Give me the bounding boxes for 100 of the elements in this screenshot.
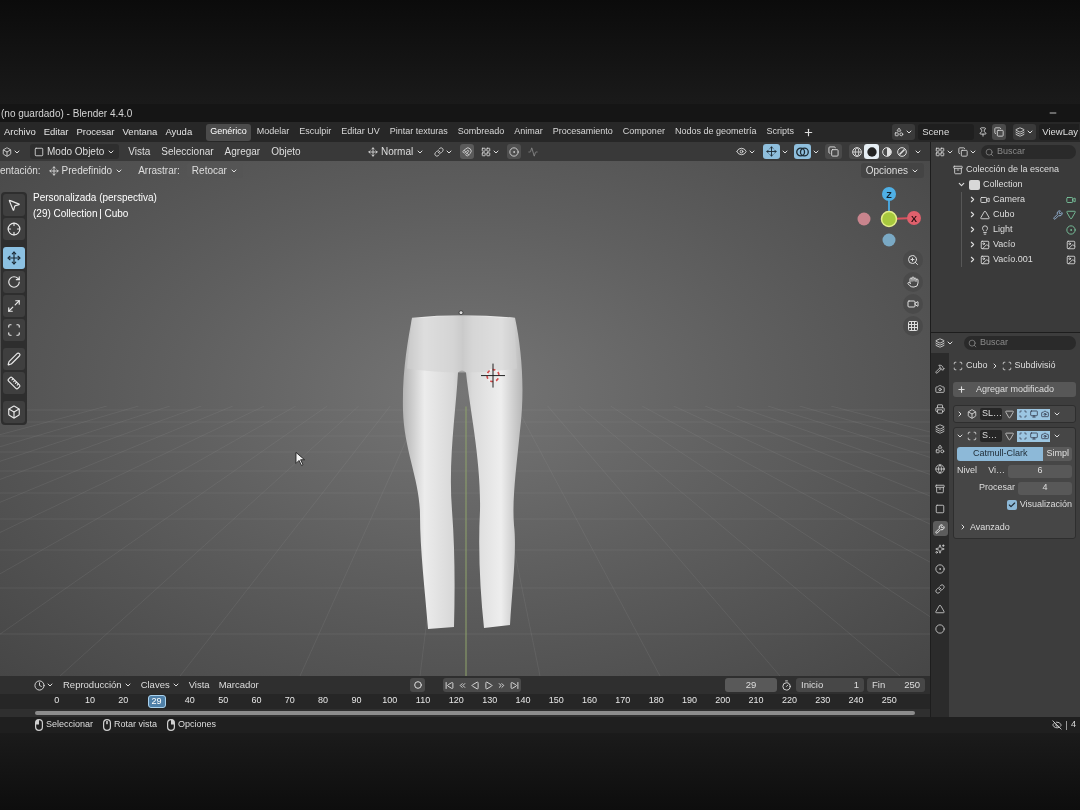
- menu-item[interactable]: Agregar: [224, 144, 261, 159]
- pan-button[interactable]: [903, 272, 923, 292]
- auto-keying-button[interactable]: [410, 678, 425, 692]
- level-field[interactable]: 4: [1018, 481, 1072, 495]
- editor-type-button[interactable]: [935, 147, 954, 157]
- stopwatch-button[interactable]: [780, 678, 793, 692]
- orientation-dropdown[interactable]: Predefinido: [45, 163, 127, 178]
- current-frame-indicator[interactable]: 29: [147, 695, 166, 708]
- expand-toggle[interactable]: [968, 210, 977, 219]
- mode-dropdown[interactable]: Modo Objeto: [30, 144, 120, 159]
- tool-button[interactable]: [3, 372, 25, 394]
- subdivision-type-tab[interactable]: Simpl: [1043, 447, 1072, 461]
- properties-tab[interactable]: [932, 561, 948, 576]
- menu-item[interactable]: Procesar: [76, 124, 115, 140]
- x-axis-handle[interactable]: X: [907, 211, 921, 225]
- breadcrumb-item[interactable]: Cubo: [966, 358, 988, 373]
- view-layer-selector-button[interactable]: [1013, 124, 1037, 140]
- menu-item[interactable]: Ayuda: [165, 124, 193, 140]
- shading-mode-button[interactable]: [864, 144, 879, 159]
- expand-toggle[interactable]: [968, 240, 977, 249]
- expand-toggle[interactable]: [956, 432, 964, 440]
- render-toggle[interactable]: [1039, 408, 1050, 420]
- scene-selector-button[interactable]: [892, 124, 916, 140]
- properties-tab[interactable]: [932, 541, 948, 556]
- display-mode-button[interactable]: [958, 147, 977, 157]
- checkbox[interactable]: [1007, 499, 1017, 510]
- workspace-tab[interactable]: Componer: [618, 123, 669, 141]
- viewport-toggle-button[interactable]: [794, 144, 811, 159]
- editor-type-button[interactable]: [935, 338, 954, 348]
- tool-button[interactable]: [3, 401, 25, 423]
- outliner-item[interactable]: Cubo: [993, 207, 1015, 222]
- tool-button[interactable]: [3, 194, 25, 216]
- menu-item[interactable]: Marcador: [218, 677, 259, 693]
- scene-name-field[interactable]: Scene: [918, 124, 975, 140]
- menu-item[interactable]: Seleccionar: [161, 144, 214, 159]
- tool-button[interactable]: [3, 247, 25, 269]
- z-axis-handle[interactable]: Z: [882, 187, 896, 201]
- viewport-toggle-button[interactable]: [763, 144, 780, 159]
- properties-tab[interactable]: [932, 461, 948, 476]
- new-scene-button[interactable]: [992, 124, 1007, 140]
- workspace-tab[interactable]: Modelar: [252, 123, 294, 141]
- play-button[interactable]: [482, 678, 495, 692]
- workspace-tab[interactable]: Nodos de geometría: [670, 123, 761, 141]
- workspace-tab[interactable]: Esculpir: [295, 123, 336, 141]
- properties-tab[interactable]: [932, 581, 948, 596]
- pin-button[interactable]: [977, 124, 990, 140]
- negative-z-axis-handle[interactable]: [882, 233, 896, 247]
- expand-toggle[interactable]: [968, 255, 977, 264]
- add-modifier-button[interactable]: Agregar modificado: [953, 382, 1076, 397]
- viewport-toggle-button[interactable]: [825, 144, 842, 159]
- expand-toggle[interactable]: [968, 195, 977, 204]
- transform-orientation-dropdown[interactable]: Normal: [365, 144, 428, 159]
- search-field[interactable]: Buscar: [981, 145, 1076, 159]
- zoom-button[interactable]: [903, 250, 923, 270]
- menu-item[interactable]: Archivo: [4, 124, 36, 140]
- modifier-name-field[interactable]: S…: [980, 430, 1002, 442]
- workspace-tab[interactable]: Editar UV: [337, 123, 384, 141]
- outliner-item[interactable]: Colección de la escena: [966, 162, 1060, 177]
- proportional-editing-button[interactable]: [507, 144, 522, 159]
- render-toggle[interactable]: [1039, 430, 1050, 442]
- tool-button[interactable]: [3, 218, 25, 240]
- workspace-tab[interactable]: Genérico: [206, 123, 251, 141]
- outliner-item[interactable]: Camera: [993, 192, 1025, 207]
- editor-type-button[interactable]: [34, 679, 54, 691]
- subdivision-type-tab[interactable]: Catmull-Clark: [957, 447, 1044, 461]
- outliner-item[interactable]: Vacío: [993, 237, 1016, 252]
- shading-mode-button[interactable]: [894, 144, 909, 159]
- options-dropdown[interactable]: Opciones: [860, 163, 924, 178]
- shading-mode-button[interactable]: [879, 144, 894, 159]
- end-frame-field[interactable]: Fin 250: [867, 678, 925, 692]
- menu-item[interactable]: Vista: [128, 144, 151, 159]
- tool-button[interactable]: [3, 271, 25, 293]
- workspace-tab[interactable]: Pintar texturas: [385, 123, 452, 141]
- workspace-tab[interactable]: Scripts: [762, 123, 798, 141]
- outliner-item[interactable]: Vacío.001: [993, 252, 1033, 267]
- breadcrumb-item[interactable]: Subdivisió: [1014, 358, 1056, 373]
- shading-mode-button[interactable]: [849, 144, 864, 159]
- snap-toggle-button[interactable]: [460, 144, 475, 159]
- timeline-scrollbar[interactable]: [35, 711, 915, 715]
- y-axis-handle[interactable]: [880, 210, 898, 228]
- outliner-item[interactable]: Light: [993, 222, 1013, 237]
- menu-item[interactable]: Claves: [140, 677, 180, 693]
- edit-mode-toggle[interactable]: [1017, 430, 1028, 442]
- workspace-tab[interactable]: Procesamiento: [548, 123, 617, 141]
- search-field[interactable]: Buscar: [964, 336, 1076, 350]
- expand-toggle[interactable]: [956, 410, 964, 418]
- negative-x-axis-handle[interactable]: [857, 212, 871, 226]
- modifier-name-field[interactable]: SL…: [980, 408, 1002, 420]
- advanced-section-toggle[interactable]: Avanzado: [957, 520, 1072, 534]
- properties-tab[interactable]: [932, 421, 948, 436]
- perspective-toggle-button[interactable]: [903, 316, 923, 336]
- tool-button[interactable]: [3, 295, 25, 317]
- level-field[interactable]: 6: [1008, 464, 1072, 478]
- outliner-item[interactable]: Collection: [983, 177, 1023, 192]
- workspace-tab[interactable]: Sombreado: [453, 123, 509, 141]
- menu-item[interactable]: Ventana: [122, 124, 158, 140]
- properties-tab[interactable]: [932, 521, 948, 536]
- tool-button[interactable]: [3, 348, 25, 370]
- expand-toggle[interactable]: [957, 180, 966, 189]
- workspace-tab[interactable]: Animar: [510, 123, 547, 141]
